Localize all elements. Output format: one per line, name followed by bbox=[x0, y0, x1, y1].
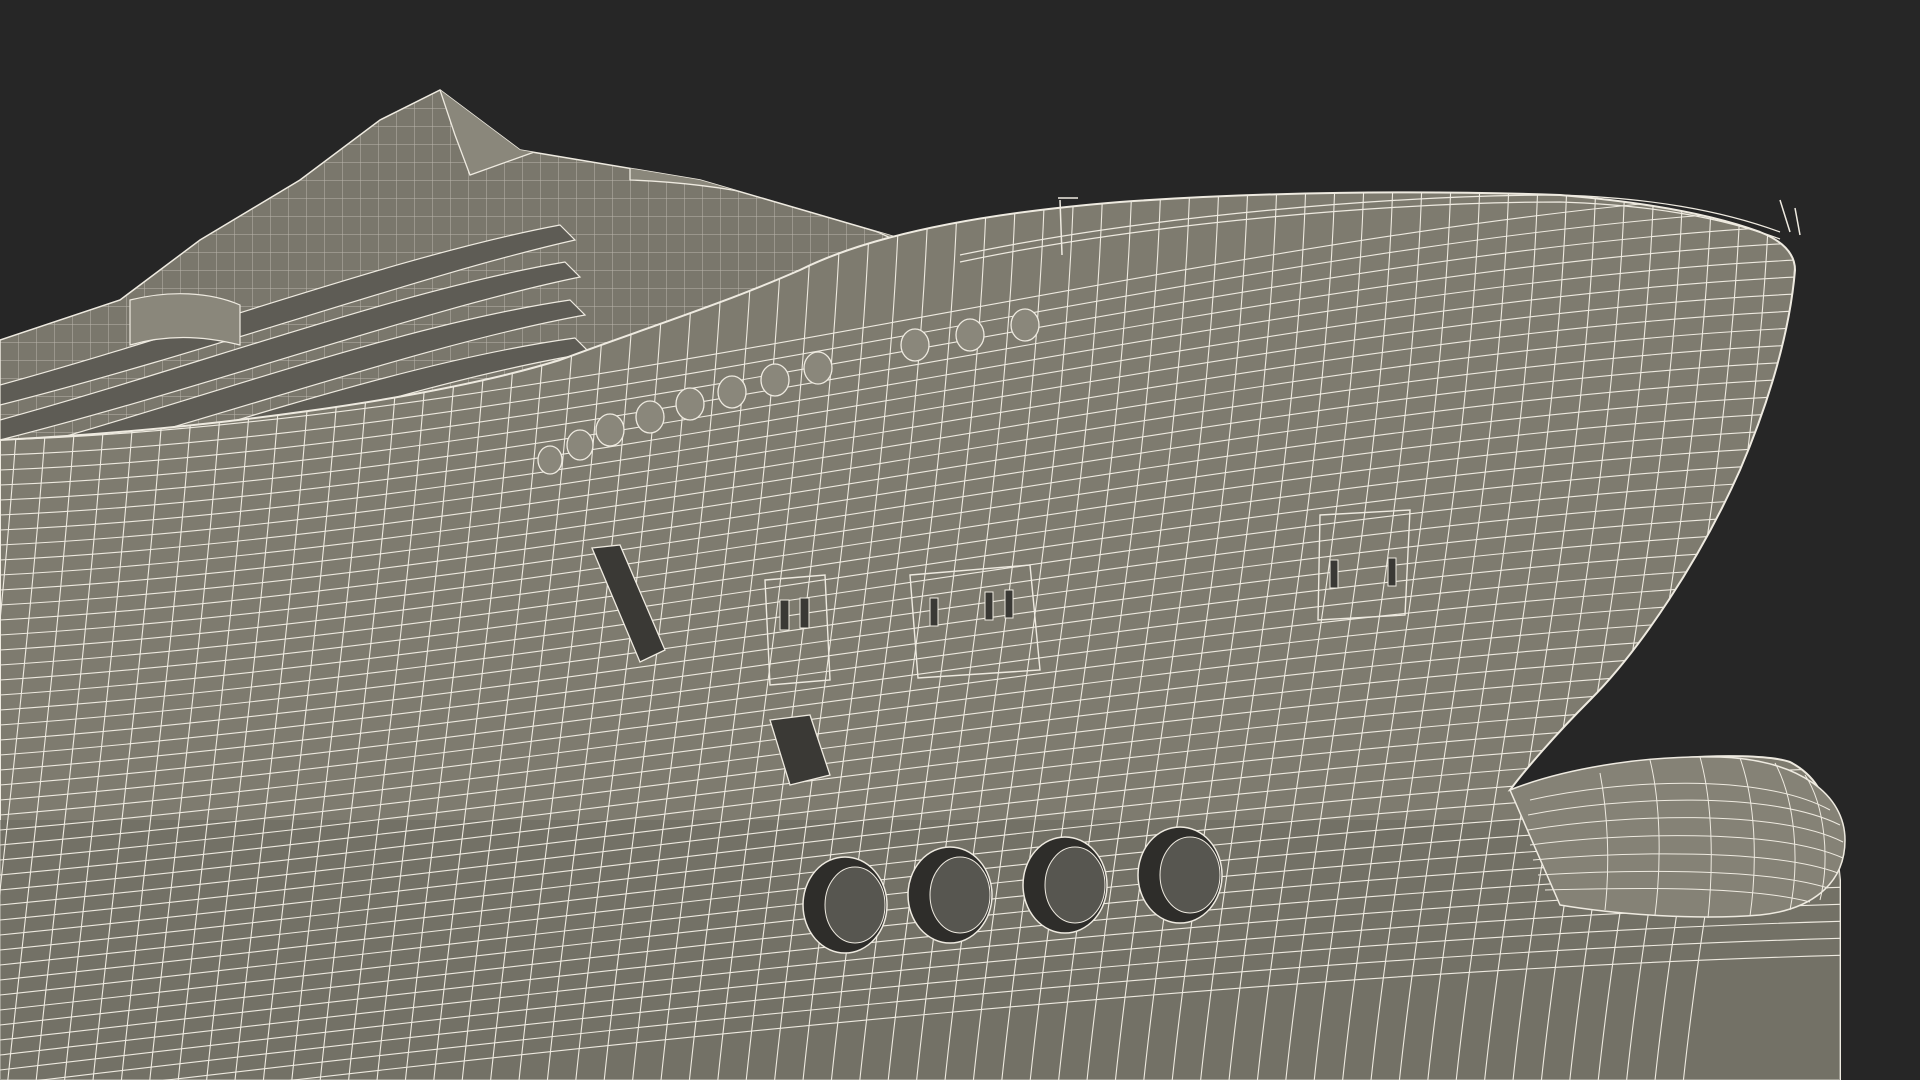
thruster-tunnel bbox=[1022, 836, 1108, 934]
bulbous-bow bbox=[1509, 756, 1846, 919]
thruster-tunnel bbox=[907, 846, 993, 944]
thruster-tunnel bbox=[1137, 826, 1223, 924]
render-viewport bbox=[0, 0, 1920, 1080]
ship-wireframe-render bbox=[0, 89, 1846, 1080]
thruster-tunnel bbox=[802, 856, 888, 954]
